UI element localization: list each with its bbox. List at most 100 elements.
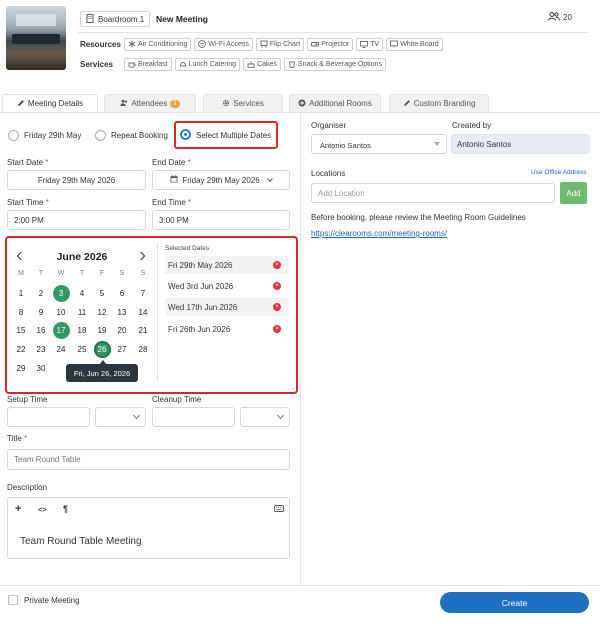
radio-multiple-dates[interactable]	[180, 129, 191, 140]
calendar-day[interactable]: 2	[33, 285, 50, 302]
chevron-down-icon	[266, 176, 273, 182]
calendar-day[interactable]: 21	[135, 322, 152, 339]
calendar-day[interactable]: 22	[13, 341, 30, 358]
radio-single-date[interactable]	[8, 130, 19, 141]
guidelines-text: Before booking, please review the Meetin…	[311, 213, 526, 222]
title-input[interactable]: Team Round Table	[7, 449, 290, 470]
remove-date-icon[interactable]: ×	[273, 261, 281, 269]
calendar-day[interactable]: 18	[74, 322, 91, 339]
created-by-label: Created by	[452, 121, 492, 130]
private-meeting-checkbox[interactable]	[8, 595, 18, 605]
tab-meeting-details[interactable]: Meeting Details	[2, 94, 98, 112]
calendar-day[interactable]: 6	[114, 285, 131, 302]
calendar-weekday-label: T	[38, 270, 44, 277]
remove-date-icon[interactable]: ×	[273, 325, 281, 333]
radio-multiple-dates-label: Select Multiple Dates	[196, 131, 272, 140]
calendar-day[interactable]: 16	[33, 322, 50, 339]
calendar-day[interactable]: 13	[114, 304, 131, 321]
calendar-day[interactable]: 9	[33, 304, 50, 321]
column-divider	[300, 113, 301, 585]
calendar-day[interactable]: 1	[13, 285, 30, 302]
create-button[interactable]: Create	[440, 592, 589, 613]
attendees-count-badge: 1	[170, 99, 180, 108]
remove-date-icon[interactable]: ×	[273, 303, 281, 311]
room-photo	[6, 6, 66, 70]
use-office-address-link[interactable]: Use Office Address	[531, 169, 587, 176]
created-by-field: Antonio Santos	[451, 134, 590, 154]
calendar-day[interactable]: 23	[33, 341, 50, 358]
calendar-day[interactable]: 27	[114, 341, 131, 358]
remove-date-icon[interactable]: ×	[273, 282, 281, 290]
calendar-day[interactable]: 28	[135, 341, 152, 358]
tab-custom-branding[interactable]: Custom Branding	[389, 94, 489, 112]
calendar-day[interactable]: 20	[114, 322, 131, 339]
calendar-day[interactable]: 12	[94, 304, 111, 321]
calendar-day-selected[interactable]: 26	[93, 341, 111, 358]
description-editor[interactable]	[7, 497, 290, 559]
pencil-icon	[17, 99, 25, 109]
radio-single-date-label: Friday 29th May	[24, 131, 82, 140]
tab-additional-rooms[interactable]: Additional Rooms	[289, 94, 381, 112]
end-time-input[interactable]: 3:00 PM	[152, 210, 290, 230]
resource-chip: White Board	[386, 38, 443, 51]
calendar-day-selected[interactable]: 3	[52, 285, 70, 302]
calendar-day[interactable]: 24	[53, 341, 70, 358]
calendar-day[interactable]: 8	[13, 304, 30, 321]
calendar-weekday-label: W	[57, 270, 65, 277]
organiser-select[interactable]: Antonio Santos	[311, 134, 447, 154]
gear-icon	[222, 99, 230, 109]
chevron-down-icon	[132, 411, 141, 420]
wifi-icon	[198, 39, 207, 50]
paragraph-icon[interactable]: ¶	[63, 504, 68, 514]
selected-date-item: Fri 26th Jun 2026 ×	[165, 320, 289, 338]
tab-services[interactable]: Services	[203, 94, 283, 112]
radio-repeat-booking[interactable]	[95, 130, 106, 141]
keyboard-icon[interactable]	[274, 505, 284, 514]
cleanup-time-label: Cleanup Time	[152, 395, 202, 404]
plus-icon[interactable]: +	[15, 503, 21, 515]
calendar-weekday-label: F	[99, 270, 105, 277]
guidelines-link[interactable]: https://clearooms.com/meeting-rooms/	[311, 229, 447, 238]
selected-date-item: Wed 3rd Jun 2026 ×	[165, 277, 289, 295]
flip-chart-icon	[260, 40, 268, 50]
description-label: Description	[7, 483, 48, 492]
coffee-icon	[128, 60, 136, 70]
calendar-day[interactable]: 4	[74, 285, 91, 302]
calendar-day[interactable]: 15	[13, 322, 30, 339]
date-tooltip: Fri, Jun 26, 2026	[66, 364, 138, 382]
setup-time-select[interactable]	[7, 407, 90, 427]
capacity: 20	[548, 12, 572, 23]
calendar-day[interactable]: 29	[13, 360, 30, 377]
setup-time-unit-select[interactable]	[95, 407, 146, 427]
calendar-day-selected[interactable]: 17	[52, 322, 70, 339]
cleanup-time-unit-select[interactable]	[240, 407, 290, 427]
start-date-input[interactable]: Friday 29th May 2026	[7, 170, 146, 190]
code-icon[interactable]: <>	[38, 505, 47, 514]
tab-attendees[interactable]: Attendees 1	[104, 94, 196, 112]
start-time-input[interactable]: 2:00 PM	[7, 210, 146, 230]
calendar-day[interactable]: 7	[135, 285, 152, 302]
calendar-day[interactable]: 10	[53, 304, 70, 321]
add-location-button[interactable]: Add	[560, 182, 587, 204]
calendar-day[interactable]: 11	[74, 304, 91, 321]
calendar-day[interactable]: 14	[135, 304, 152, 321]
cleanup-time-select[interactable]	[152, 407, 235, 427]
calendar-day[interactable]: 30	[33, 360, 50, 377]
end-date-input[interactable]: Friday 29th May 2026	[152, 170, 290, 190]
service-chip: Lunch Catering	[174, 58, 241, 71]
calendar-day[interactable]: 19	[94, 322, 111, 339]
room-name-chip[interactable]: Boardroom 1	[80, 11, 151, 27]
footer-divider	[0, 585, 600, 586]
building-icon	[86, 13, 94, 25]
capacity-count: 20	[563, 13, 572, 22]
resource-chip: TV	[356, 38, 384, 51]
resource-chip: Projector	[307, 38, 354, 51]
resources-list: Air Conditioning Wi-Fi Access Flip Chart…	[124, 38, 446, 51]
title-label: Title *	[7, 434, 28, 443]
calendar-day[interactable]: 25	[74, 341, 91, 358]
whiteboard-icon	[390, 40, 399, 50]
snowflake-icon	[128, 40, 136, 50]
add-location-input[interactable]: Add Location	[311, 183, 555, 203]
calendar-day[interactable]: 5	[94, 285, 111, 302]
selected-date-item: Fri 29th May 2026 ×	[165, 256, 289, 274]
